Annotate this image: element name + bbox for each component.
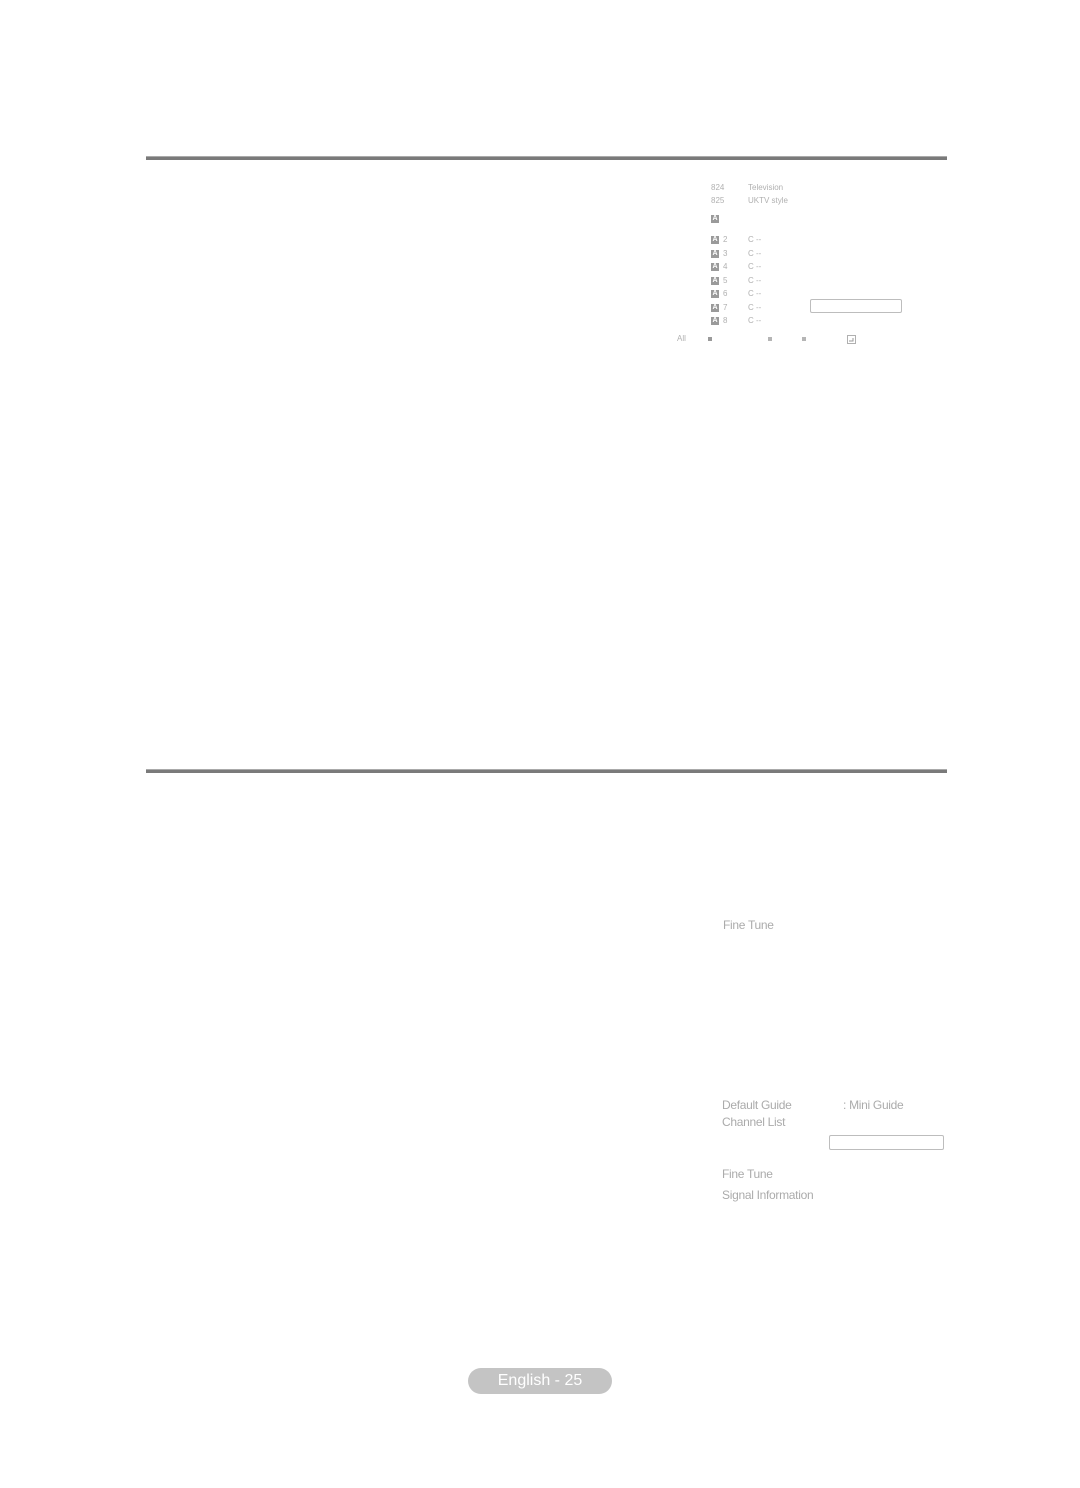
square-icon bbox=[708, 337, 712, 341]
channel-number: 824 bbox=[711, 183, 725, 192]
analogue-badge-icon: A bbox=[711, 317, 719, 325]
channel-code: C -- bbox=[748, 289, 762, 298]
return-icon bbox=[847, 335, 856, 344]
menu-item-fine-tune[interactable]: Fine Tune bbox=[723, 918, 774, 932]
channel-name: Television bbox=[748, 183, 784, 192]
analogue-badge-icon: A bbox=[711, 263, 719, 271]
channel-number: 6 bbox=[723, 289, 728, 298]
menu-item-channel-list[interactable]: Channel List bbox=[722, 1115, 785, 1129]
section-divider-bottom bbox=[146, 769, 947, 773]
menu-item-signal-information[interactable]: Signal Information bbox=[722, 1188, 814, 1202]
default-guide-value: : Mini Guide bbox=[843, 1098, 904, 1112]
channel-number: 3 bbox=[723, 249, 728, 258]
channel-code: C -- bbox=[748, 235, 762, 244]
highlight-box bbox=[829, 1135, 944, 1150]
channel-number: 8 bbox=[723, 316, 728, 325]
channel-number: 5 bbox=[723, 276, 728, 285]
square-icon bbox=[802, 337, 806, 341]
analogue-badge-icon: A bbox=[711, 304, 719, 312]
menu-item-default-guide[interactable]: Default Guide bbox=[722, 1098, 792, 1112]
channel-name: UKTV style bbox=[748, 196, 789, 205]
channel-code: C -- bbox=[748, 276, 762, 285]
channel-code: C -- bbox=[748, 303, 762, 312]
channel-code: C -- bbox=[748, 249, 762, 258]
analogue-badge-icon: A bbox=[711, 215, 719, 223]
channel-code: C -- bbox=[748, 316, 762, 325]
channel-number: 4 bbox=[723, 262, 728, 271]
channel-number: 2 bbox=[723, 235, 728, 244]
highlight-box bbox=[810, 299, 902, 313]
analogue-badge-icon: A bbox=[711, 277, 719, 285]
square-icon bbox=[768, 337, 772, 341]
channel-code: C -- bbox=[748, 262, 762, 271]
channel-number: 825 bbox=[711, 196, 725, 205]
analogue-badge-icon: A bbox=[711, 290, 719, 298]
analogue-badge-icon: A bbox=[711, 236, 719, 244]
channel-number: 7 bbox=[723, 303, 728, 312]
page-number-label: English - 25 bbox=[468, 1368, 612, 1394]
analogue-badge-icon: A bbox=[711, 250, 719, 258]
menu-item-fine-tune[interactable]: Fine Tune bbox=[722, 1167, 773, 1181]
legend-all-label: All bbox=[677, 334, 686, 343]
section-divider-top bbox=[146, 156, 947, 160]
